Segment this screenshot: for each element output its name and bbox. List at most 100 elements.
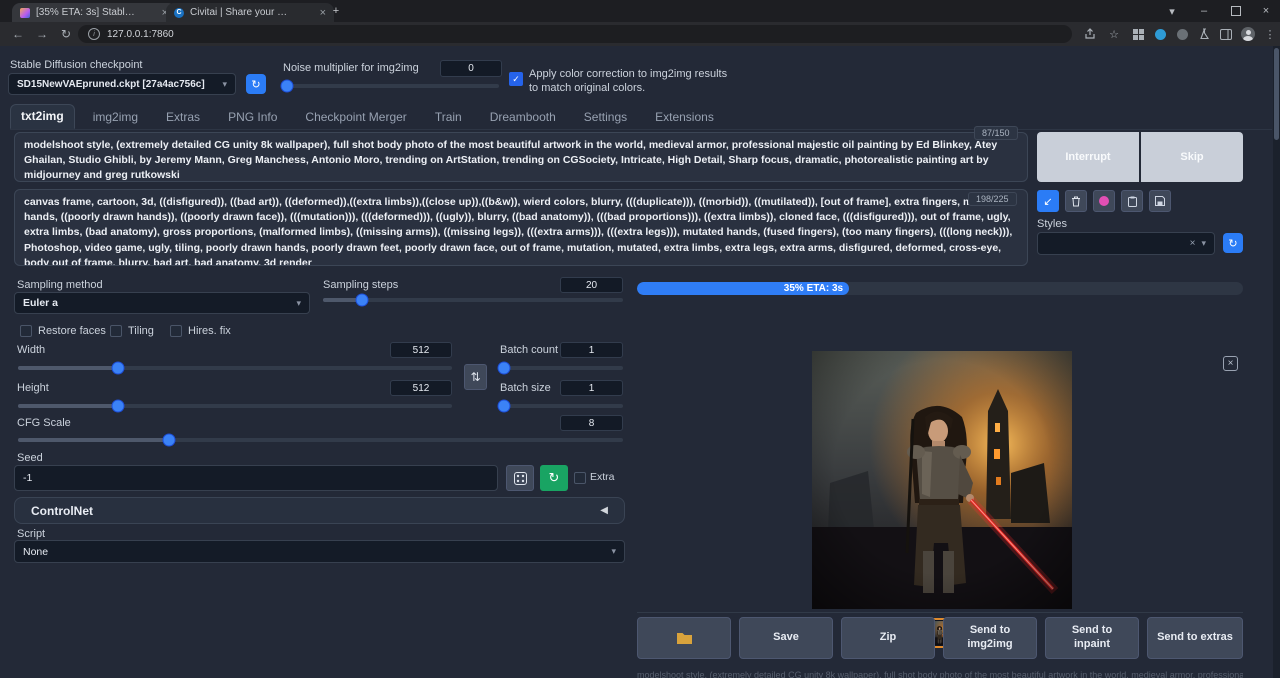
tab-search-icon[interactable]: ▾ (1158, 0, 1186, 22)
folder-icon (676, 631, 693, 645)
color-correction-checkbox[interactable]: ✓ (509, 72, 523, 86)
batch-count-slider[interactable] (500, 366, 623, 370)
slider-knob[interactable] (498, 401, 509, 412)
restore-faces-checkbox[interactable] (20, 325, 32, 337)
share-icon[interactable] (1082, 26, 1098, 42)
slider-knob[interactable] (282, 81, 293, 92)
swap-dimensions-button[interactable]: ⇅ (464, 364, 487, 390)
extension-grid-icon[interactable] (1130, 26, 1146, 42)
save-button[interactable]: Save (739, 617, 833, 659)
cfg-scale-value[interactable]: 8 (560, 415, 623, 431)
tab-img2img[interactable]: img2img (83, 106, 148, 129)
send-to-inpaint-button[interactable]: Send to inpaint (1045, 617, 1139, 659)
profile-avatar[interactable] (1240, 26, 1256, 42)
extension-blue-icon[interactable] (1152, 26, 1168, 42)
slider-knob[interactable] (112, 401, 123, 412)
scrollbar-thumb[interactable] (1274, 48, 1279, 140)
screen: [35% ETA: 3s] Stable Diffusion × C Civit… (0, 0, 1280, 678)
apply-style-button[interactable] (1121, 190, 1143, 212)
sampling-steps-value[interactable]: 20 (560, 277, 623, 293)
slider-knob[interactable] (498, 363, 509, 374)
controlnet-accordion[interactable]: ControlNet ◀ (14, 497, 625, 524)
main-tabs: txt2img img2img Extras PNG Info Checkpoi… (10, 106, 1272, 130)
window-close-button[interactable]: × (1252, 0, 1280, 22)
slider-knob[interactable] (112, 363, 123, 374)
refresh-styles-button[interactable]: ↻ (1223, 233, 1243, 253)
slider-knob[interactable] (164, 435, 175, 446)
interrupt-button[interactable]: Interrupt (1037, 132, 1139, 182)
open-folder-button[interactable] (637, 617, 731, 659)
slider-knob[interactable] (357, 295, 368, 306)
height-value[interactable]: 512 (390, 380, 452, 396)
script-value: None (23, 546, 48, 558)
page-scrollbar[interactable] (1273, 46, 1280, 678)
tab-train[interactable]: Train (425, 106, 472, 129)
paste-params-button[interactable]: ↙ (1037, 190, 1059, 212)
zip-button[interactable]: Zip (841, 617, 935, 659)
styles-dropdown[interactable]: × ▾ (1037, 232, 1215, 255)
extra-seed-checkbox[interactable] (574, 472, 586, 484)
sampling-method-value: Euler a (23, 297, 58, 309)
bookmark-star-icon[interactable]: ☆ (1106, 26, 1122, 42)
styles-label: Styles (1037, 218, 1067, 230)
browser-tab-civitai[interactable]: C Civitai | Share your models × (166, 3, 334, 22)
beaker-extension-icon[interactable] (1196, 26, 1212, 42)
sampling-method-dropdown[interactable]: Euler a ▾ (14, 292, 310, 314)
noise-multiplier-value[interactable]: 0 (440, 60, 502, 77)
seed-input[interactable] (14, 465, 498, 491)
clear-prompt-button[interactable] (1065, 190, 1087, 212)
send-to-img2img-button[interactable]: Send to img2img (943, 617, 1037, 659)
browser-menu-icon[interactable]: ⋮ (1262, 26, 1278, 42)
tab-dreambooth[interactable]: Dreambooth (480, 106, 566, 129)
tab-extras[interactable]: Extras (156, 106, 210, 129)
minimize-button[interactable]: – (1190, 0, 1218, 22)
script-dropdown[interactable]: None ▾ (14, 540, 625, 563)
seed-label: Seed (17, 452, 43, 464)
site-info-icon[interactable]: i (88, 28, 100, 40)
prompt-input[interactable] (14, 132, 1028, 182)
sd-favicon-icon (20, 8, 30, 18)
tab-png-info[interactable]: PNG Info (218, 106, 287, 129)
skip-button[interactable]: Skip (1141, 132, 1243, 182)
batch-size-label: Batch size (500, 382, 551, 394)
random-seed-button[interactable] (506, 465, 534, 491)
progress-bar: 35% ETA: 3s (637, 282, 1243, 295)
send-to-extras-button[interactable]: Send to extras (1147, 617, 1243, 659)
width-value[interactable]: 512 (390, 342, 452, 358)
hires-fix-checkbox[interactable] (170, 325, 182, 337)
maximize-button[interactable] (1222, 0, 1250, 22)
batch-size-slider[interactable] (500, 404, 623, 408)
reload-icon[interactable]: ↻ (56, 22, 76, 46)
address-bar[interactable]: i 127.0.0.1:7860 (78, 25, 1072, 43)
reuse-seed-button[interactable]: ↻ (540, 465, 568, 491)
forward-icon[interactable]: → (32, 22, 52, 46)
width-slider[interactable] (18, 366, 452, 370)
extra-networks-button[interactable] (1093, 190, 1115, 212)
controlnet-label: ControlNet (31, 504, 93, 518)
sampling-steps-slider[interactable] (323, 298, 623, 302)
batch-count-value[interactable]: 1 (560, 342, 623, 358)
tab-checkpoint-merger[interactable]: Checkpoint Merger (295, 106, 416, 129)
negative-prompt-input[interactable] (14, 189, 1028, 266)
new-tab-button[interactable]: + (326, 0, 346, 22)
cfg-scale-slider[interactable] (18, 438, 623, 442)
back-icon[interactable]: ← (8, 22, 28, 46)
refresh-checkpoints-button[interactable]: ↻ (246, 74, 266, 94)
save-style-button[interactable] (1149, 190, 1171, 212)
noise-multiplier-slider[interactable] (283, 84, 499, 88)
tiling-checkbox[interactable] (110, 325, 122, 337)
close-preview-button[interactable]: × (1223, 356, 1238, 371)
restore-faces-label: Restore faces (38, 325, 106, 337)
generated-image[interactable] (812, 351, 1072, 609)
height-slider[interactable] (18, 404, 452, 408)
progress-text: 35% ETA: 3s (784, 283, 849, 294)
batch-size-value[interactable]: 1 (560, 380, 623, 396)
tab-extensions[interactable]: Extensions (645, 106, 724, 129)
tab-settings[interactable]: Settings (574, 106, 637, 129)
extension-gray-icon[interactable] (1174, 26, 1190, 42)
checkpoint-dropdown[interactable]: SD15NewVAEpruned.ckpt [27a4ac756c] ▾ (8, 73, 236, 95)
side-panel-icon[interactable] (1218, 26, 1234, 42)
browser-tab-sd[interactable]: [35% ETA: 3s] Stable Diffusion × (12, 3, 176, 22)
tab-txt2img[interactable]: txt2img (10, 104, 75, 129)
clear-icon[interactable]: × (1190, 238, 1196, 249)
